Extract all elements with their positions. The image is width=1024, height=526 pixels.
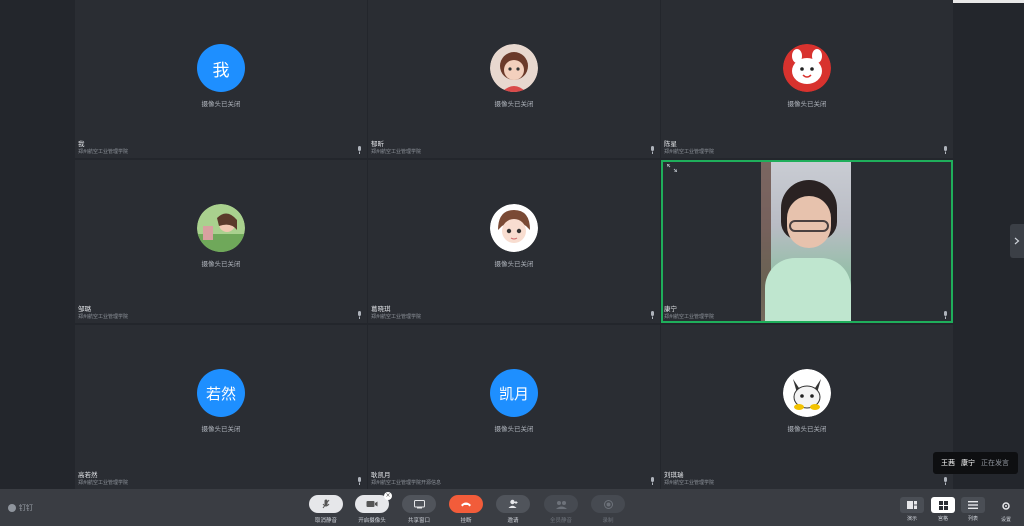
participant-org: 郑州航空工业管理学院 xyxy=(371,314,422,320)
participant-name: 康宁 xyxy=(664,305,677,313)
mic-icon xyxy=(358,311,361,319)
dingtalk-logo-icon xyxy=(8,504,16,512)
meeting-window: 我 摄像头已关闭 我 郑州航空工业管理学院 摄像头已关闭 郁昕 郑州航空工业管理… xyxy=(0,0,1024,526)
participant-tile[interactable]: 凯月 摄像头已关闭 耿凯月 郑州航空工业管理学院开源信息 xyxy=(368,325,660,489)
participant-tile[interactable]: 摄像头已关闭 刘琪瑞 郑州航空工业管理学院 xyxy=(661,325,953,489)
girl-cartoon-avatar-icon xyxy=(490,44,538,92)
list-view-icon xyxy=(968,501,978,509)
green-scene-avatar-icon xyxy=(197,204,245,252)
camera-off-label: 摄像头已关闭 xyxy=(201,260,241,268)
avatar: 凯月 xyxy=(490,369,538,417)
grid-view-button[interactable]: 宫格 xyxy=(930,497,956,522)
gear-icon[interactable] xyxy=(1000,500,1012,512)
camera-off-label: 摄像头已关闭 xyxy=(494,260,534,268)
camera-off-label: 摄像头已关闭 xyxy=(787,100,827,108)
participant-org: 郑州航空工业管理学院 xyxy=(371,149,422,155)
camera-button[interactable]: × 开启摄像头 xyxy=(355,492,392,524)
participant-name: 葛晓琪 xyxy=(371,305,391,313)
invite-button[interactable]: 邀请 xyxy=(496,495,530,524)
brand: 钉钉 xyxy=(8,503,33,513)
avatar: 若然 xyxy=(197,369,245,417)
speaking-status: 正在发言 xyxy=(981,459,1009,467)
expand-icon[interactable] xyxy=(667,164,677,172)
hangup-button[interactable]: 挂断 xyxy=(449,495,483,524)
mute-all-button[interactable]: 全员静音 xyxy=(544,495,578,524)
camera-off-label: 摄像头已关闭 xyxy=(787,425,827,433)
participant-org: 郑州航空工业管理学院 xyxy=(78,314,129,320)
participant-name: 陈星 xyxy=(664,140,677,148)
mic-icon xyxy=(651,146,654,154)
settings-label: 设置 xyxy=(1001,517,1012,523)
speaking-indicator: 王茜 康宁 正在发言 xyxy=(933,452,1018,474)
mute-all-icon xyxy=(555,500,567,509)
participant-tile-active[interactable]: 康宁 郑州航空工业管理学院 xyxy=(661,160,953,323)
chevron-right-icon xyxy=(1014,237,1020,245)
next-page-button[interactable] xyxy=(1010,224,1024,258)
participant-name: 耿凯月 xyxy=(371,471,391,479)
participant-video xyxy=(761,162,851,321)
participant-name: 郁昕 xyxy=(371,140,384,148)
mic-icon xyxy=(651,477,654,485)
screen-share-icon xyxy=(413,499,425,508)
chibi-girl-avatar-icon xyxy=(490,204,538,252)
mic-icon xyxy=(944,311,947,319)
participant-org: 郑州航空工业管理学院 xyxy=(664,480,715,486)
camera-off-label: 摄像头已关闭 xyxy=(201,100,241,108)
camera-off-label: 摄像头已关闭 xyxy=(201,425,241,433)
participant-tile[interactable]: 摄像头已关闭 郁昕 郑州航空工业管理学院 xyxy=(368,0,660,158)
speaker-name: 王茜 xyxy=(941,459,955,467)
unmute-button[interactable]: 取消静音 xyxy=(309,495,343,524)
avatar: 我 xyxy=(197,44,245,92)
participant-tile[interactable]: 摄像头已关闭 陈星 郑州航空工业管理学院 xyxy=(661,0,953,158)
participant-name: 刘琪瑞 xyxy=(664,471,684,479)
white-cartoon-avatar-icon xyxy=(783,44,831,92)
share-window-button[interactable]: 共享窗口 xyxy=(402,495,436,524)
list-view-button[interactable]: 列表 xyxy=(960,497,986,522)
participant-org: 郑州航空工业管理学院 xyxy=(78,480,129,486)
record-button[interactable]: 录制 xyxy=(591,495,625,524)
mic-icon xyxy=(651,311,654,319)
record-icon xyxy=(603,499,613,509)
participant-grid: 我 摄像头已关闭 我 郑州航空工业管理学院 摄像头已关闭 郁昕 郑州航空工业管理… xyxy=(75,0,953,489)
participant-org: 郑州航空工业管理学院开源信息 xyxy=(371,480,442,486)
participant-tile[interactable]: 摄像头已关闭 葛晓琪 郑州航空工业管理学院 xyxy=(368,160,660,323)
participant-name: 高若然 xyxy=(78,471,98,479)
mic-icon xyxy=(944,477,947,485)
mic-icon xyxy=(358,477,361,485)
presentation-view-icon xyxy=(907,501,917,509)
participant-tile[interactable]: 若然 摄像头已关闭 高若然 郑州航空工业管理学院 xyxy=(75,325,367,489)
camera-off-label: 摄像头已关闭 xyxy=(494,100,534,108)
camera-icon xyxy=(366,501,378,507)
speaker-name: 康宁 xyxy=(961,459,975,467)
close-icon: × xyxy=(384,492,392,500)
bottom-toolbar: 钉钉 取消静音 × 开启摄像头 共享窗口 挂断 邀请 全员静音 录制 演示 宫格… xyxy=(0,489,1024,526)
fox-cartoon-avatar-icon xyxy=(783,369,831,417)
mic-icon xyxy=(322,499,330,509)
participant-name: 邹璐 xyxy=(78,305,91,313)
participant-name: 我 xyxy=(78,140,85,148)
participant-org: 郑州航空工业管理学院 xyxy=(664,314,715,320)
grid-view-icon xyxy=(938,500,948,510)
camera-off-label: 摄像头已关闭 xyxy=(494,425,534,433)
presentation-view-button[interactable]: 演示 xyxy=(899,497,925,522)
mic-icon xyxy=(358,146,361,154)
participant-tile[interactable]: 摄像头已关闭 邹璐 郑州航空工业管理学院 xyxy=(75,160,367,323)
hangup-icon xyxy=(461,502,471,507)
participant-org: 郑州航空工业管理学院 xyxy=(78,149,129,155)
mic-icon xyxy=(944,146,947,154)
participant-tile[interactable]: 我 摄像头已关闭 我 郑州航空工业管理学院 xyxy=(75,0,367,158)
participant-org: 郑州航空工业管理学院 xyxy=(664,149,715,155)
invite-icon xyxy=(508,499,518,508)
